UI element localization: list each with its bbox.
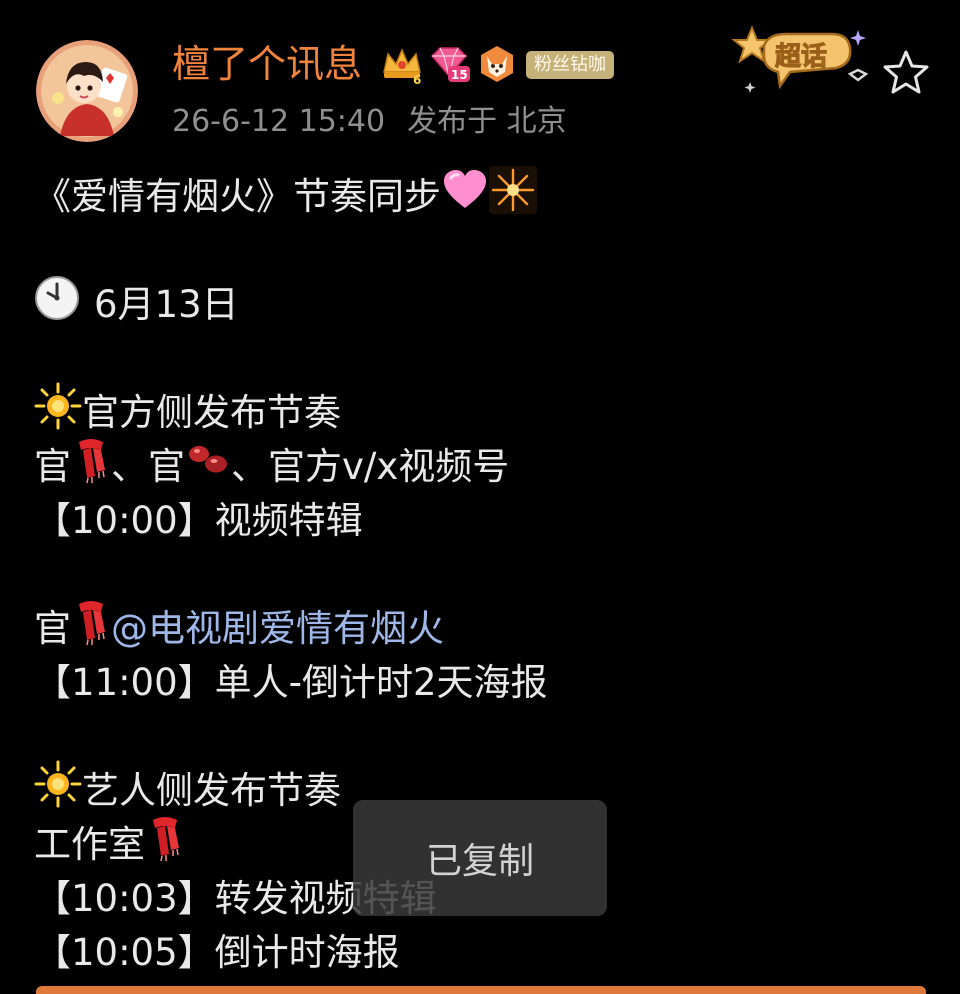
schedule-item-1: 【10:00】视频特辑 [34, 499, 363, 542]
bottom-action-bar[interactable] [36, 986, 926, 994]
post-timestamp: 26-6-12 15:40 [172, 104, 386, 139]
official-channel-c: 、官方v/x视频号 [231, 445, 510, 488]
official-heading-line: 官方侧发布节奏 [34, 382, 934, 440]
post-location: 发布于 北京 [407, 104, 567, 139]
fox-badge-icon[interactable] [478, 44, 516, 84]
official-channel-a: 官 [34, 445, 71, 488]
red-scarf-icon [71, 436, 111, 499]
crown-level-icon[interactable]: 6 [380, 42, 424, 87]
schedule-item-4: 【10:05】倒计时海报 [34, 931, 400, 974]
post-title-line: 《爱情有烟火》节奏同步 [34, 165, 934, 227]
clock-icon [34, 275, 80, 336]
artist-heading: 艺人侧发布节奏 [82, 769, 341, 812]
official-channels-line: 官 、官 、官方v/x视频号 [34, 438, 934, 495]
copied-toast: 已复制 [353, 800, 607, 916]
beans-icon [185, 440, 231, 495]
crown-level-number: 6 [413, 73, 421, 86]
mention-link[interactable]: @电视剧爱情有烟火 [111, 602, 444, 656]
red-scarf-icon [71, 598, 111, 661]
supertopic-badge[interactable]: 超话 [728, 16, 878, 100]
post-meta: 26-6-12 15:40 发布于 北京 [172, 100, 567, 144]
gem-level-number: 15 [451, 68, 468, 82]
official-prefix: 官 [34, 607, 71, 650]
avatar[interactable] [36, 40, 138, 142]
favorite-star-icon[interactable] [880, 48, 932, 98]
official-mention-line: 官 @电视剧爱情有烟火 [34, 600, 934, 656]
supertopic-label: 超话 [775, 42, 827, 72]
official-channel-b: 、官 [111, 445, 185, 488]
post-date: 6月13日 [94, 283, 239, 326]
username[interactable]: 檀了个讯息 [172, 38, 362, 90]
firework-icon [489, 165, 537, 229]
date-line: 6月13日 [34, 275, 934, 332]
red-scarf-icon [145, 814, 185, 877]
pink-heart-icon [441, 168, 489, 227]
glowing-star-icon [34, 760, 82, 823]
post-title: 《爱情有烟火》节奏同步 [34, 175, 441, 218]
post-card: 檀了个讯息 6 15 粉丝钻咖 26-6-12 15:40 发布于 北京 超话 … [0, 0, 960, 994]
fan-badge[interactable]: 粉丝钻咖 [526, 51, 614, 79]
studio-label: 工作室 [34, 823, 145, 866]
gem-level-icon[interactable]: 15 [428, 44, 470, 84]
official-heading: 官方侧发布节奏 [82, 391, 341, 434]
schedule-item-2: 【11:00】单人-倒计时2天海报 [34, 661, 548, 704]
